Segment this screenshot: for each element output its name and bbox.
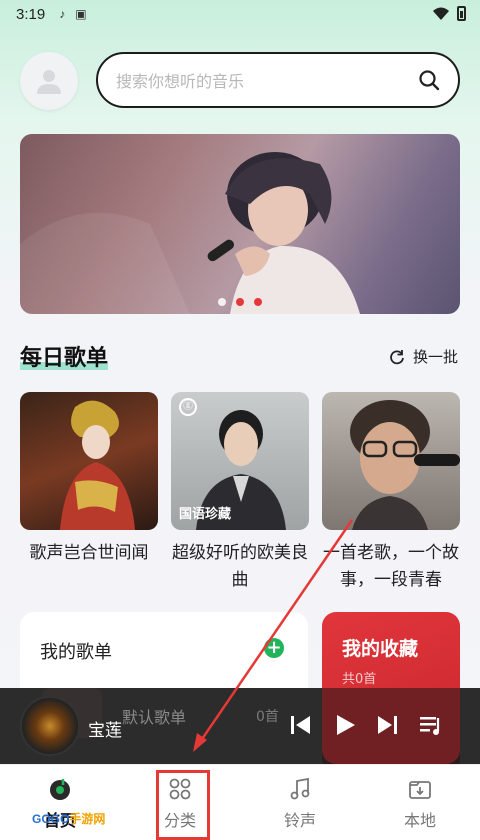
now-playing-disc[interactable]	[20, 696, 80, 756]
default-playlist-count: 0首	[256, 709, 279, 725]
section-title-text: 每日歌单	[20, 346, 109, 371]
tab-ringtone[interactable]: 铃声	[260, 775, 340, 831]
play-icon[interactable]	[332, 712, 358, 738]
tab-local-label: 本地	[403, 811, 436, 830]
next-track-icon[interactable]	[374, 712, 400, 738]
playlist-cover[interactable]: ⓖ 国语珍藏	[171, 392, 309, 530]
playlist-card[interactable]: ⓖ 国语珍藏 超级好听的欧美良曲	[171, 392, 309, 594]
carousel-dot-active[interactable]	[236, 298, 244, 306]
now-playing-title: 宝莲	[88, 721, 122, 741]
bottom-tab-bar: 首页 分类 铃声 本地	[0, 764, 480, 840]
carousel-dot[interactable]	[218, 298, 226, 306]
default-playlist-name: 默认歌单	[122, 708, 187, 727]
carousel-indicator	[20, 298, 460, 306]
watermark-suffix: 手游网	[69, 812, 106, 826]
battery-icon	[457, 6, 466, 21]
daily-playlist-title: 每日歌单	[20, 340, 109, 372]
opera-performer-image	[60, 400, 135, 530]
search-icon[interactable]	[418, 69, 440, 91]
playlist-card[interactable]: 一首老歌，一个故事，一段青春	[322, 392, 460, 594]
search-bar[interactable]: 搜索你想听的音乐	[96, 52, 460, 108]
refresh-label: 换一批	[412, 348, 458, 366]
my-playlist-title: 我的歌单	[40, 642, 112, 663]
netease-badge-icon: ⓖ	[179, 398, 197, 416]
refresh-button[interactable]: 换一批	[389, 346, 458, 367]
refresh-icon	[390, 349, 404, 364]
playlist-cover[interactable]	[322, 392, 460, 530]
tab-local[interactable]: 本地	[380, 775, 460, 831]
wifi-icon	[433, 7, 449, 20]
local-download-icon	[409, 781, 431, 799]
user-icon	[37, 70, 61, 94]
search-placeholder: 搜索你想听的音乐	[116, 72, 245, 91]
add-playlist-icon[interactable]: +	[264, 638, 284, 658]
banner-singer-image	[20, 152, 360, 314]
banner-carousel[interactable]	[20, 134, 460, 314]
carousel-dot[interactable]	[254, 298, 262, 306]
ringtone-note-icon	[290, 777, 310, 800]
home-music-icon	[50, 779, 70, 800]
watermark-text: GOGO	[32, 812, 70, 826]
status-time: 3:19	[16, 5, 46, 23]
favorites-title: 我的收藏	[342, 638, 419, 660]
tab-ringtone-label: 铃声	[283, 811, 316, 830]
favorites-count: 共0首	[342, 672, 377, 687]
user-avatar[interactable]	[20, 52, 78, 110]
previous-track-icon[interactable]	[288, 712, 314, 738]
music-notification-icon: ♪	[59, 7, 66, 21]
mini-player[interactable]: 默认歌单 0首 宝莲	[0, 688, 480, 764]
playlist-caption: 一首老歌，一个故事，一段青春	[323, 543, 459, 590]
playlist-caption: 歌声岂合世间闻	[29, 543, 149, 563]
tutorial-highlight-box	[156, 770, 210, 840]
playlist-tag: 国语珍藏	[179, 507, 232, 522]
status-bar: 3:19 ♪ ▣	[0, 0, 480, 28]
playlist-cover[interactable]	[20, 392, 158, 530]
playlist-caption: 超级好听的欧美良曲	[172, 543, 308, 590]
site-watermark: GOGO手游网	[32, 810, 105, 827]
app-notification-icon: ▣	[75, 7, 87, 21]
playlist-card[interactable]: 歌声岂合世间闻	[20, 392, 158, 567]
singer-with-mic-image	[350, 400, 460, 530]
playlist-queue-icon[interactable]	[418, 712, 444, 738]
